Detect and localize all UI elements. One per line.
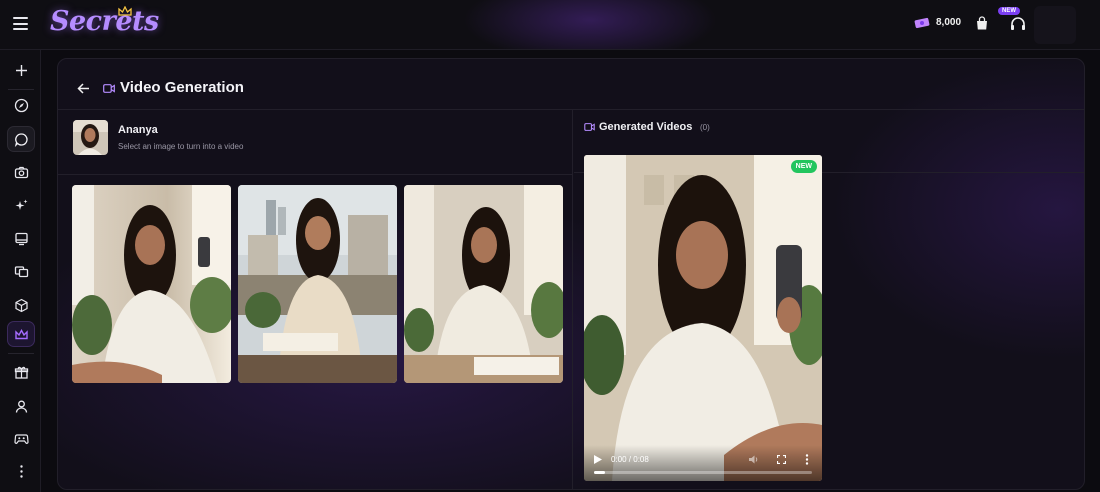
sidebar-item-cards[interactable] xyxy=(7,258,35,284)
character-info: Ananya Select an image to turn into a vi… xyxy=(58,110,573,175)
chat-bubble-icon xyxy=(14,132,28,147)
video-progress-bar[interactable] xyxy=(594,471,812,474)
crown-icon xyxy=(118,6,132,16)
generated-videos-count: (0) xyxy=(700,123,710,132)
sidebar-item-gallery[interactable] xyxy=(7,225,35,251)
video-camera-icon xyxy=(584,123,595,131)
sidebar-item-camera[interactable] xyxy=(7,159,35,185)
new-badge: NEW xyxy=(790,160,817,173)
top-bar: Secrets 8,000 NEW xyxy=(0,0,1100,50)
sidebar-item-more[interactable] xyxy=(7,458,35,484)
progress-fill xyxy=(594,471,605,474)
avatar xyxy=(73,120,108,155)
panel-header: Video Generation xyxy=(58,59,1084,110)
image-option-3[interactable] xyxy=(404,185,563,383)
sparkles-icon xyxy=(15,199,27,210)
gallery-icon xyxy=(14,232,28,245)
coin-count: 8,000 xyxy=(936,17,962,28)
headset-icon[interactable] xyxy=(1008,14,1028,34)
video-camera-icon xyxy=(103,84,115,93)
sidebar-item-premium[interactable] xyxy=(7,321,35,347)
sidebar-item-explore[interactable] xyxy=(7,92,35,118)
video-generation-panel: Video Generation Ananya Select an image … xyxy=(57,58,1085,490)
image-option-2[interactable] xyxy=(238,185,397,383)
camera-icon xyxy=(14,166,28,178)
back-arrow-icon[interactable] xyxy=(77,83,90,94)
crown-icon xyxy=(14,328,28,339)
cube-icon xyxy=(14,298,28,312)
sidebar-item-discord[interactable] xyxy=(7,425,35,451)
image-selection-column: Ananya Select an image to turn into a vi… xyxy=(58,110,573,489)
generated-videos-column: Generated Videos (0) NEW 0:00 / 0:08 xyxy=(574,110,1084,489)
play-icon[interactable] xyxy=(594,455,602,464)
page-title: Video Generation xyxy=(120,79,244,96)
character-instruction: Select an image to turn into a video xyxy=(118,142,244,151)
fullscreen-icon[interactable] xyxy=(777,455,786,464)
sidebar-item-chat[interactable] xyxy=(7,126,35,152)
coin-balance[interactable]: 8,000 xyxy=(914,16,961,29)
shopping-bag-icon[interactable] xyxy=(975,16,989,31)
video-time: 0:00 / 0:08 xyxy=(611,455,649,464)
logo[interactable]: Secrets xyxy=(50,6,159,37)
volume-icon[interactable] xyxy=(749,455,759,464)
cards-icon xyxy=(14,265,28,277)
sidebar xyxy=(0,50,41,492)
plus-icon xyxy=(15,64,27,76)
profile-button[interactable] xyxy=(1034,6,1076,44)
sidebar-item-profile[interactable] xyxy=(7,393,35,419)
image-option-1[interactable] xyxy=(72,185,231,383)
generated-videos-title: Generated Videos xyxy=(599,121,693,133)
compass-icon xyxy=(14,98,28,112)
more-options-icon[interactable] xyxy=(805,454,809,465)
sidebar-item-gifts[interactable] xyxy=(7,359,35,385)
sidebar-item-collection[interactable] xyxy=(7,292,35,318)
gift-icon xyxy=(14,366,28,379)
sidebar-item-generate[interactable] xyxy=(7,192,35,218)
character-name: Ananya xyxy=(118,124,158,136)
gamepad-icon xyxy=(13,433,29,444)
user-icon xyxy=(15,400,27,413)
video-player[interactable]: NEW 0:00 / 0:08 xyxy=(584,155,822,481)
menu-icon[interactable] xyxy=(13,17,28,30)
sidebar-item-create[interactable] xyxy=(7,57,35,83)
more-vertical-icon xyxy=(19,464,23,478)
coins-icon xyxy=(914,17,930,29)
video-controls: 0:00 / 0:08 xyxy=(584,445,822,481)
